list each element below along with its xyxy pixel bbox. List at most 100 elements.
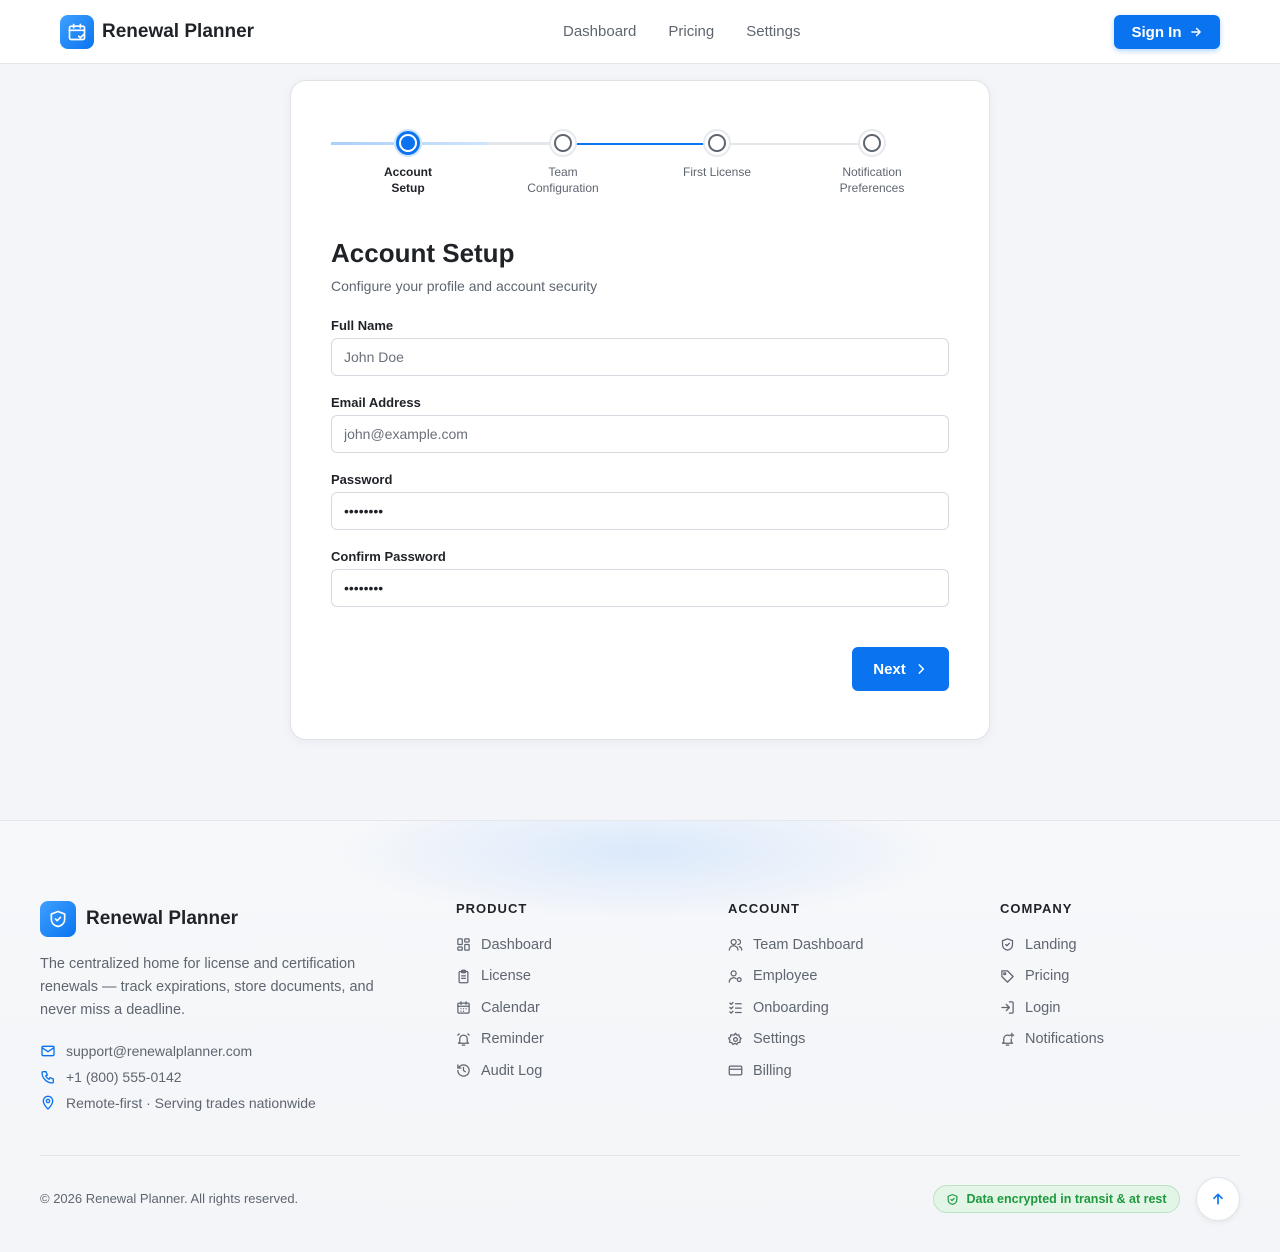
next-label: Next — [873, 660, 906, 678]
step-label: First License — [682, 165, 752, 179]
footer-link-employee[interactable]: Employee — [728, 961, 863, 993]
arrow-up-icon — [1213, 1193, 1223, 1205]
step-account-setup[interactable]: Account Setup — [348, 129, 468, 196]
password-input[interactable] — [331, 492, 949, 530]
link-label: Billing — [753, 1062, 792, 1079]
link-label: Pricing — [1025, 968, 1070, 985]
footer-column-account: ACCOUNT Team Dashboard Employee Onboardi… — [728, 901, 863, 1087]
footer-link-billing[interactable]: Billing — [728, 1055, 863, 1087]
top-header: Renewal Planner Dashboard Pricing Settin… — [0, 0, 1280, 64]
shield-check-logo-icon — [40, 901, 76, 937]
link-label: Reminder — [481, 1031, 544, 1048]
dashboard-icon — [457, 938, 470, 951]
sign-in-button[interactable]: Sign In — [1114, 15, 1220, 49]
step-indicator — [394, 129, 422, 157]
footer-link-dashboard[interactable]: Dashboard — [456, 929, 552, 961]
footer-link-landing[interactable]: Landing — [1000, 929, 1104, 961]
footer-link-notifications[interactable]: Notifications — [1000, 1024, 1104, 1056]
footer-divider — [40, 1155, 1240, 1156]
history-icon — [457, 1064, 470, 1077]
stepper: Account Setup Team Configuration First L… — [331, 129, 950, 209]
badge-text: Data encrypted in transit & at rest — [966, 1192, 1167, 1206]
column-title: ACCOUNT — [728, 901, 800, 916]
email-label: Email Address — [331, 395, 421, 410]
step-indicator — [858, 129, 886, 157]
nav-dashboard[interactable]: Dashboard — [563, 23, 636, 40]
footer-description: The centralized home for license and cer… — [40, 956, 374, 1018]
footer-brand[interactable]: Renewal Planner — [40, 901, 238, 937]
sign-in-label: Sign In — [1131, 23, 1182, 41]
step-team-configuration[interactable]: Team Configuration — [503, 129, 623, 196]
credit-card-icon — [728, 1065, 743, 1076]
link-label: Employee — [753, 968, 818, 985]
contact-location-text: Remote-first · Serving trades nationwide — [66, 1095, 316, 1111]
map-pin-icon — [42, 1095, 54, 1110]
footer-link-onboarding[interactable]: Onboarding — [728, 992, 863, 1024]
full-name-input[interactable] — [331, 338, 949, 376]
footer-link-reminder[interactable]: Reminder — [456, 1024, 552, 1056]
copyright: © 2026 Renewal Planner. All rights reser… — [40, 1191, 299, 1206]
site-footer: Renewal Planner The centralized home for… — [0, 820, 1280, 1252]
link-label: Onboarding — [753, 999, 829, 1016]
next-button[interactable]: Next — [852, 647, 949, 691]
footer-column-company: COMPANY Landing Pricing Login Notificati… — [1000, 901, 1104, 1055]
footer-link-team-dashboard[interactable]: Team Dashboard — [728, 929, 863, 961]
link-label: Team Dashboard — [753, 936, 864, 953]
footer-link-audit-log[interactable]: Audit Log — [456, 1055, 552, 1087]
brand[interactable]: Renewal Planner — [60, 15, 254, 49]
tag-icon — [1001, 970, 1014, 983]
step-label: Team Configuration — [527, 165, 599, 195]
contact-email-text: support@renewalplanner.com — [66, 1043, 253, 1059]
link-label: Dashboard — [481, 936, 552, 953]
footer-link-settings[interactable]: Settings — [728, 1024, 863, 1056]
link-label: Landing — [1025, 936, 1077, 953]
phone-icon — [41, 1071, 54, 1084]
step-first-license[interactable]: First License — [657, 129, 777, 180]
link-label: License — [481, 968, 531, 985]
link-label: Audit Log — [481, 1062, 543, 1079]
onboarding-card: Account Setup Team Configuration First L… — [290, 80, 990, 740]
bell-ring-icon — [457, 1033, 470, 1046]
form-subtitle: Configure your profile and account secur… — [331, 278, 598, 294]
footer-brand-name: Renewal Planner — [86, 908, 239, 929]
nav-settings[interactable]: Settings — [746, 23, 800, 40]
user-cog-icon — [728, 970, 742, 983]
link-label: Calendar — [481, 999, 540, 1016]
gear-icon — [728, 1032, 742, 1045]
contact-email[interactable]: support@renewalplanner.com — [40, 1043, 252, 1059]
step-notification-preferences[interactable]: Notification Preferences — [812, 129, 932, 196]
encryption-badge: Data encrypted in transit & at rest — [933, 1185, 1180, 1213]
email-input[interactable] — [331, 415, 949, 453]
step-indicator — [703, 129, 731, 157]
footer-column-product: PRODUCT Dashboard License Calendar Remin… — [456, 901, 552, 1087]
checklist-icon — [729, 1002, 742, 1014]
step-indicator — [549, 129, 577, 157]
contact-phone-text: +1 (800) 555-0142 — [66, 1069, 182, 1085]
confirm-password-label: Confirm Password — [331, 549, 446, 564]
contact-phone[interactable]: +1 (800) 555-0142 — [40, 1069, 182, 1085]
login-icon — [1001, 1001, 1014, 1014]
nav-pricing[interactable]: Pricing — [668, 23, 714, 40]
users-icon — [728, 939, 743, 951]
calendar-icon — [457, 1001, 470, 1014]
calendar-check-logo-icon — [60, 15, 94, 49]
link-label: Notifications — [1025, 1031, 1104, 1048]
bell-plus-icon — [1001, 1032, 1015, 1046]
confirm-password-input[interactable] — [331, 569, 949, 607]
footer-link-pricing[interactable]: Pricing — [1000, 961, 1104, 993]
step-label: Account Setup — [384, 165, 432, 195]
arrow-right-icon — [1190, 27, 1201, 37]
shield-check-icon — [948, 1193, 958, 1205]
footer-link-login[interactable]: Login — [1000, 992, 1104, 1024]
full-name-label: Full Name — [331, 318, 394, 333]
chevron-right-icon — [918, 664, 924, 674]
footer-link-license[interactable]: License — [456, 961, 552, 993]
column-title: COMPANY — [1000, 901, 1073, 916]
back-to-top-button[interactable] — [1196, 1177, 1240, 1221]
shield-icon — [1001, 938, 1014, 951]
brand-name: Renewal Planner — [102, 21, 255, 42]
step-label: Notification Preferences — [839, 165, 905, 195]
main-nav: Dashboard Pricing Settings — [563, 23, 800, 40]
link-label: Settings — [753, 1031, 806, 1048]
footer-link-calendar[interactable]: Calendar — [456, 992, 552, 1024]
